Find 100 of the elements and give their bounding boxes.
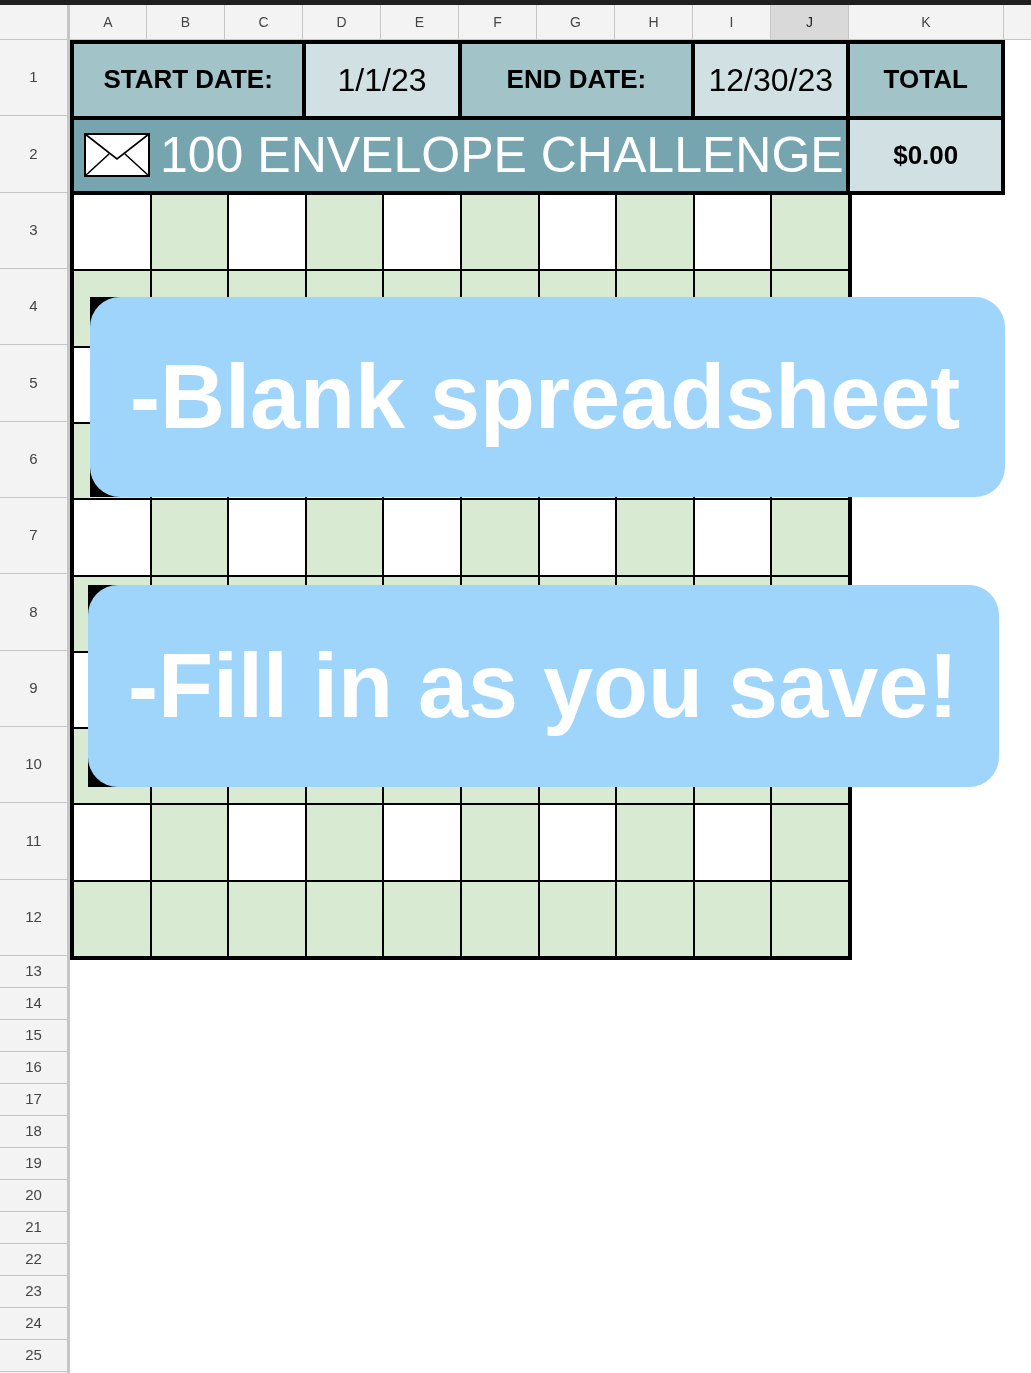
row-header[interactable]: 7 [0,497,67,575]
start-date-label[interactable]: START DATE: [74,44,303,116]
grid-cell[interactable] [74,787,150,804]
row-header[interactable]: 8 [0,574,67,651]
grid-cell[interactable] [539,576,616,585]
column-header[interactable]: C [225,5,303,39]
grid-cell[interactable] [694,805,771,880]
grid-cell[interactable] [462,500,538,575]
row-header[interactable]: 3 [0,192,67,269]
grid-cell[interactable] [772,271,848,297]
grid-cell[interactable] [74,805,150,880]
row-header[interactable]: 24 [0,1307,67,1340]
row-header[interactable]: 17 [0,1083,67,1116]
grid-cell[interactable] [229,881,305,956]
grid-cell[interactable] [151,195,228,270]
grid-cell[interactable] [74,347,90,422]
grid-cell[interactable] [74,576,88,651]
column-header[interactable]: E [381,5,459,39]
grid-cell[interactable] [229,500,305,575]
row-header[interactable]: 6 [0,421,67,498]
grid-cell[interactable] [151,500,228,575]
grid-cell[interactable] [151,805,228,880]
column-header[interactable]: A [70,5,147,39]
grid-cell[interactable] [772,500,848,575]
row-header[interactable]: 19 [0,1147,67,1180]
grid-cell[interactable] [306,805,383,880]
grid-cell[interactable] [229,195,305,270]
grid-cell[interactable] [306,500,383,575]
grid-cell[interactable] [306,881,383,956]
row-header[interactable]: 5 [0,345,67,422]
grid-cell[interactable] [617,576,693,585]
grid-cell[interactable] [772,576,848,585]
row-header[interactable]: 1 [0,40,67,117]
grid-cell[interactable] [694,500,771,575]
grid-cell[interactable] [617,195,693,270]
grid-cell[interactable] [151,881,228,956]
grid-cell[interactable] [617,805,693,880]
grid-cell[interactable] [694,881,771,956]
column-header[interactable]: D [303,5,381,39]
grid-cell[interactable] [74,881,150,956]
grid-cell[interactable] [384,576,460,585]
column-header[interactable]: J [771,5,849,39]
row-header[interactable]: 4 [0,269,67,346]
grid-cell[interactable] [539,805,616,880]
row-header[interactable]: 13 [0,955,67,988]
grid-cell[interactable] [694,271,771,297]
grid-cell[interactable] [462,271,538,297]
grid-cell[interactable] [229,805,305,880]
column-header[interactable]: K [849,5,1004,39]
grid-cell[interactable] [74,729,88,787]
row-header[interactable]: 21 [0,1211,67,1244]
grid-cell[interactable] [74,195,150,270]
grid-cell[interactable] [617,881,693,956]
grid-cell[interactable] [772,881,848,956]
grid-cell[interactable] [229,576,305,585]
grid-cell[interactable] [384,881,460,956]
grid-cell[interactable] [384,805,460,880]
row-header[interactable]: 10 [0,726,67,804]
grid-cell[interactable] [74,652,88,728]
grid-cell[interactable] [151,576,228,585]
column-header[interactable]: F [459,5,537,39]
grid-cell[interactable] [462,805,538,880]
row-header[interactable]: 11 [0,803,67,880]
row-header[interactable]: 20 [0,1179,67,1212]
row-header[interactable]: 9 [0,650,67,727]
grid-cell[interactable] [694,195,771,270]
row-header[interactable]: 22 [0,1243,67,1276]
grid-cell[interactable] [617,500,693,575]
grid-cell[interactable] [539,271,616,297]
column-header[interactable]: H [615,5,693,39]
grid-cell[interactable] [539,195,616,270]
total-value[interactable]: $0.00 [850,119,1001,191]
grid-cell[interactable] [694,576,771,585]
grid-cell[interactable] [462,195,538,270]
total-label[interactable]: TOTAL [850,44,1001,116]
grid-cell[interactable] [384,500,460,575]
grid-cell[interactable] [384,195,460,270]
column-header[interactable]: B [147,5,225,39]
grid-cell[interactable] [772,195,848,270]
grid-cell[interactable] [229,271,305,297]
row-header[interactable]: 12 [0,879,67,956]
row-header[interactable]: 2 [0,116,67,193]
end-date-value[interactable]: 12/30/23 [695,44,847,116]
grid-cell[interactable] [462,881,538,956]
grid-cell[interactable] [306,271,383,297]
row-header[interactable]: 23 [0,1275,67,1308]
row-header[interactable]: 18 [0,1115,67,1148]
grid-cell[interactable] [74,271,150,297]
grid-cell[interactable] [772,805,848,880]
grid-cell[interactable] [74,423,90,499]
row-header[interactable]: 14 [0,987,67,1020]
grid-cell[interactable] [306,576,383,585]
grid-cell[interactable] [74,297,90,346]
grid-cell[interactable] [539,881,616,956]
grid-cell[interactable] [151,271,228,297]
grid-cell[interactable] [462,576,538,585]
grid-cell[interactable] [306,195,383,270]
grid-cell[interactable] [88,576,150,585]
grid-cell[interactable] [539,500,616,575]
column-header[interactable]: G [537,5,615,39]
